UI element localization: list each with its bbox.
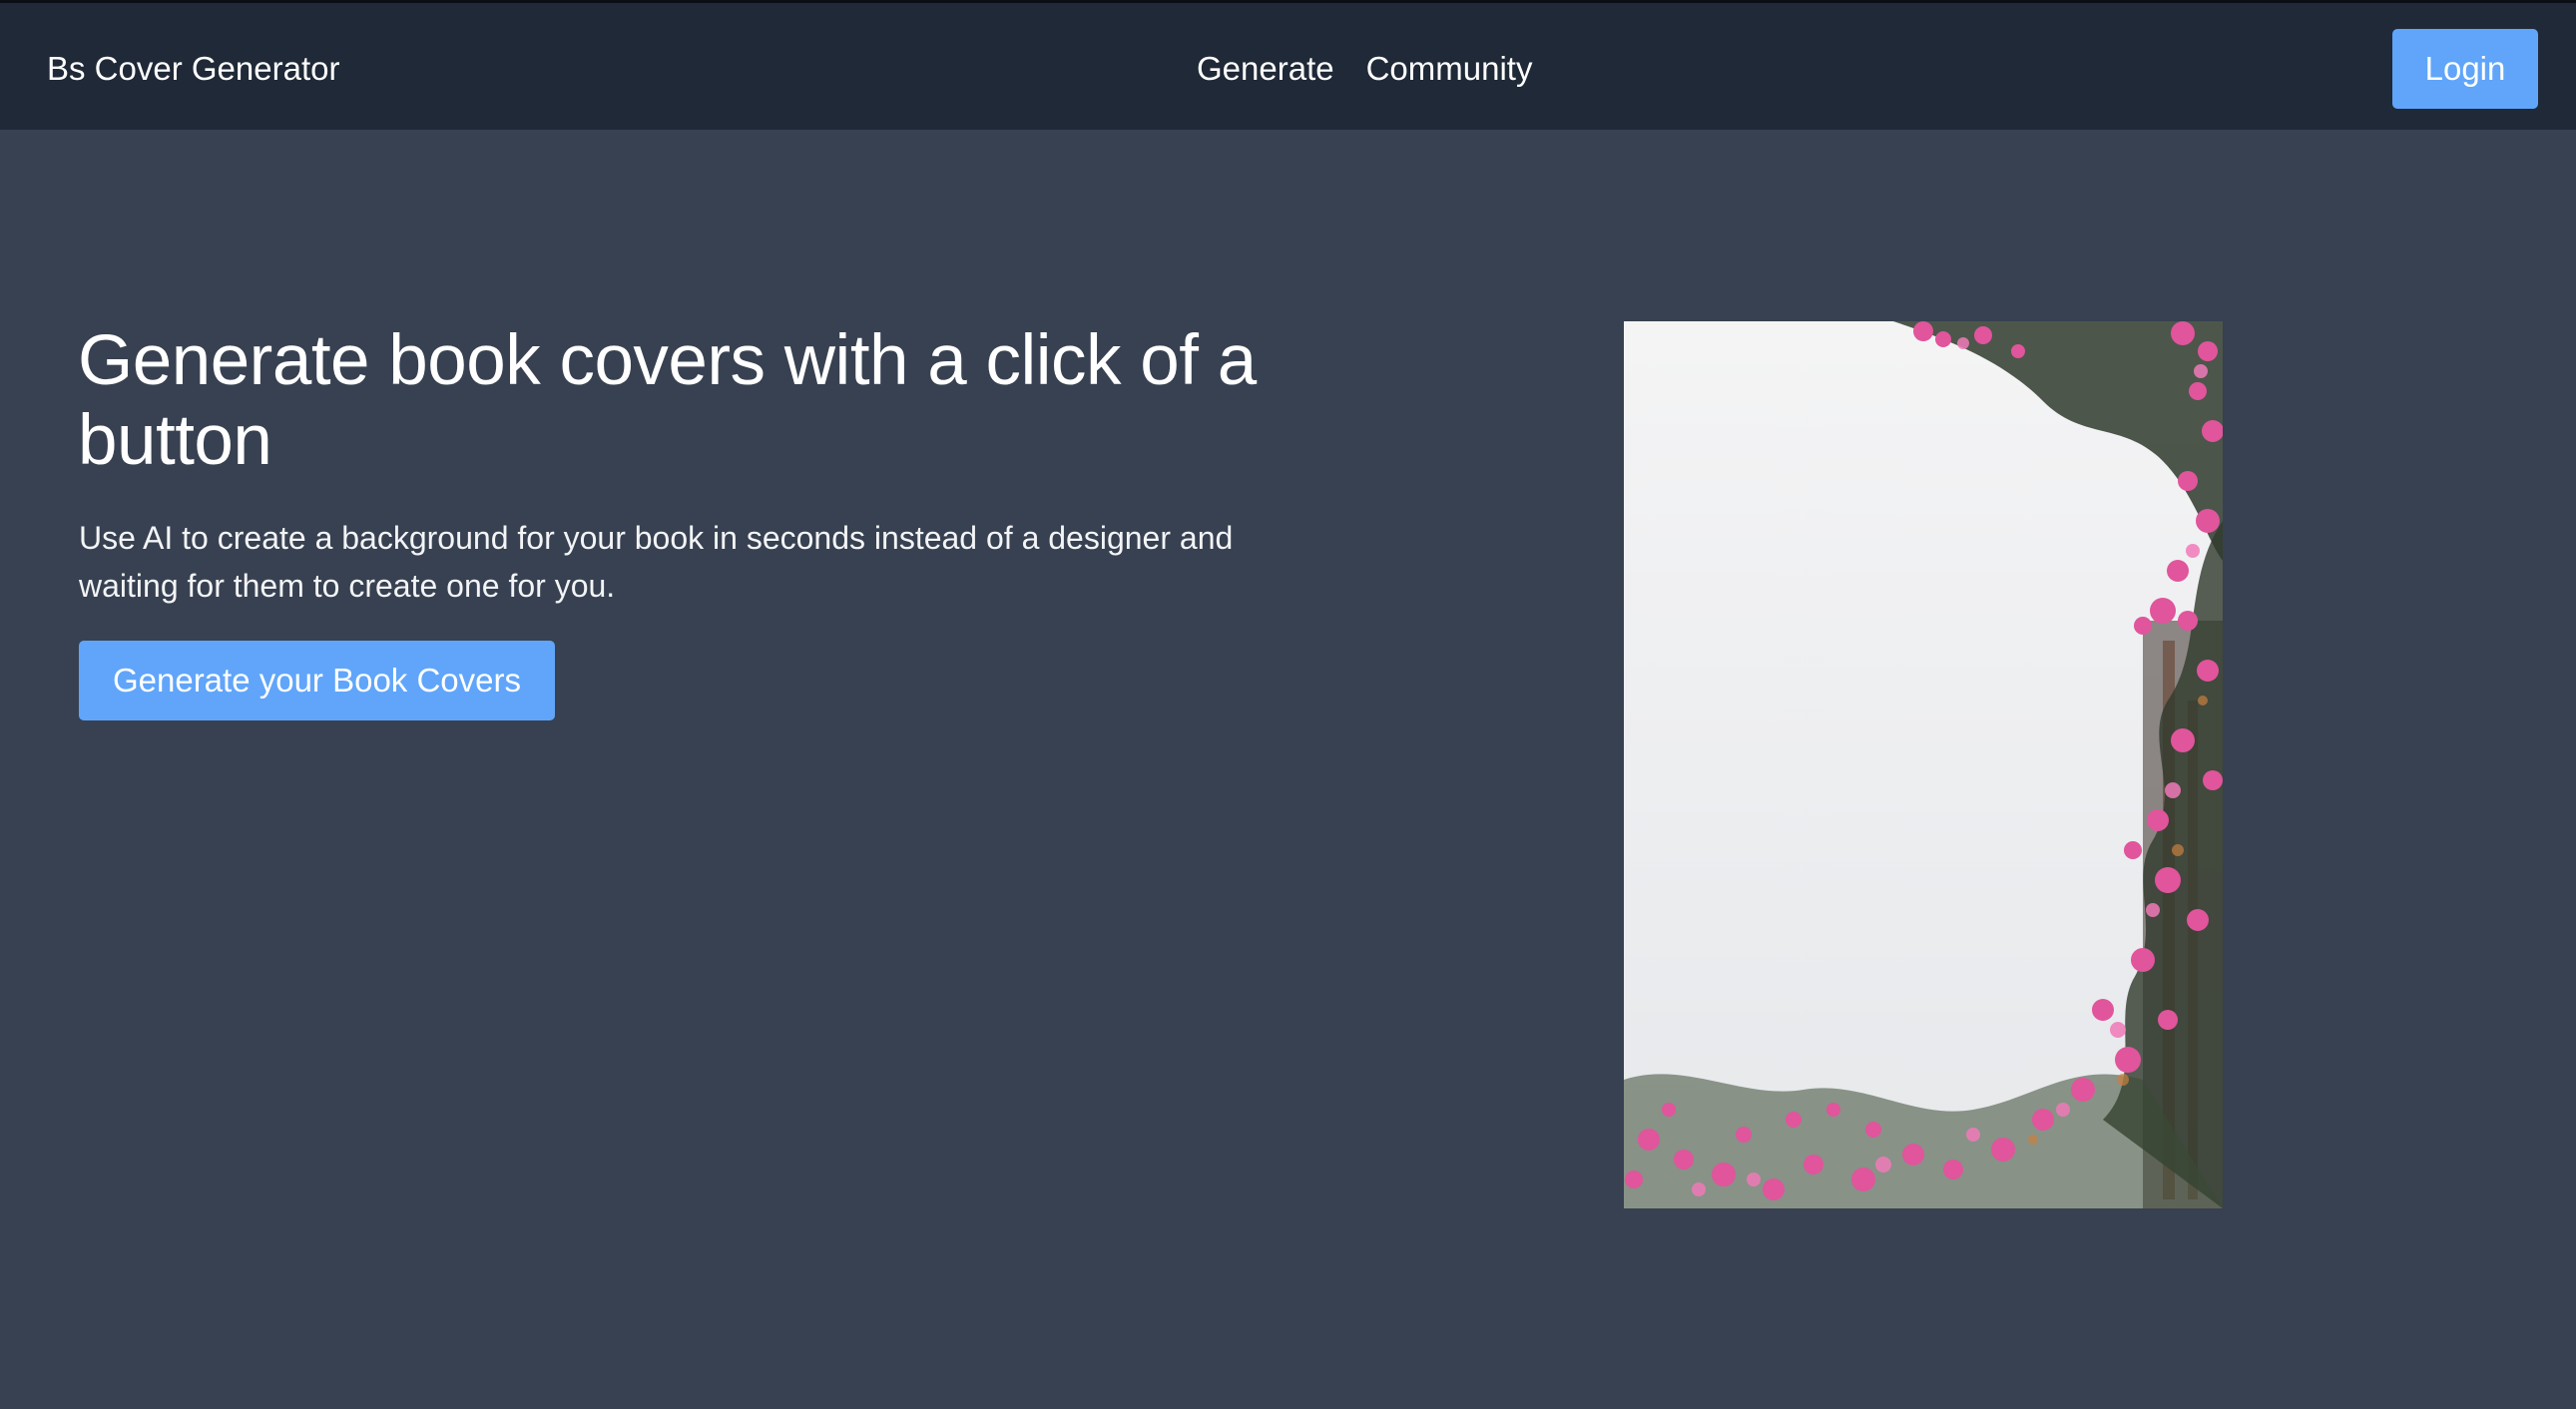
main-nav: Generate Community <box>1197 49 1532 89</box>
flower-photo-icon <box>1624 321 2223 1208</box>
generate-book-covers-button[interactable]: Generate your Book Covers <box>79 641 555 720</box>
top-navbar: Bs Cover Generator Generate Community Lo… <box>0 0 2576 130</box>
hero-title: Generate book covers with a click of a b… <box>78 321 1257 480</box>
nav-link-community[interactable]: Community <box>1366 49 1533 89</box>
login-button[interactable]: Login <box>2392 29 2538 109</box>
hero-subtitle: Use AI to create a background for your b… <box>79 520 1234 604</box>
book-cover-preview-image <box>1624 321 2223 1208</box>
brand-logo-text[interactable]: Bs Cover Generator <box>47 49 339 89</box>
nav-link-generate[interactable]: Generate <box>1197 49 1334 89</box>
